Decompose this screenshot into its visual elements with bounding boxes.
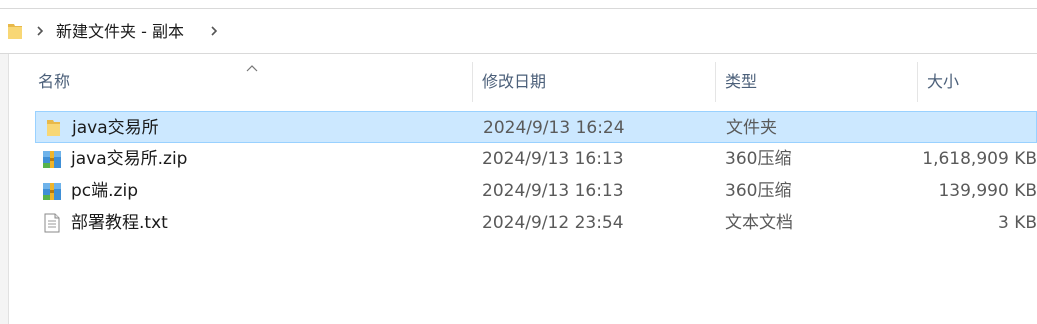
file-row[interactable]: pc端.zip 2024/9/13 16:13 360压缩 139,990 KB — [35, 175, 1037, 207]
file-size: 3 KB — [997, 213, 1037, 233]
file-size: 139,990 KB — [938, 181, 1037, 201]
file-row[interactable]: java交易所.zip 2024/9/13 16:13 360压缩 1,618,… — [35, 143, 1037, 175]
file-modified: 2024/9/13 16:13 — [482, 181, 624, 201]
folder-icon — [42, 117, 64, 139]
file-row[interactable]: java交易所 2024/9/13 16:24 文件夹 — [35, 111, 1037, 143]
file-row[interactable]: 部署教程.txt 2024/9/12 23:54 文本文档 3 KB — [35, 207, 1037, 239]
file-size — [916, 112, 1037, 144]
navigation-pane-edge[interactable] — [0, 54, 9, 324]
zip-archive-icon — [41, 148, 63, 170]
file-type: 文件夹 — [726, 118, 777, 138]
file-explorer-window: 新建文件夹 - 副本 名称 修改日期 类型 大小 java交易所 2024/9/… — [0, 0, 1037, 324]
chevron-right-icon[interactable] — [34, 22, 46, 40]
column-header-modified[interactable]: 修改日期 — [454, 60, 697, 104]
zip-archive-icon — [41, 180, 63, 202]
folder-icon — [6, 21, 24, 41]
column-header-row: 名称 修改日期 类型 大小 — [10, 60, 1037, 104]
file-name: java交易所 — [72, 118, 159, 138]
file-name: 部署教程.txt — [71, 213, 168, 233]
file-name: pc端.zip — [71, 181, 138, 201]
file-modified: 2024/9/13 16:24 — [483, 118, 625, 138]
chevron-right-icon[interactable] — [208, 22, 220, 40]
file-size: 1,618,909 KB — [922, 149, 1037, 169]
file-type: 文本文档 — [725, 213, 793, 233]
text-file-icon — [41, 212, 63, 234]
breadcrumb-item-current-folder[interactable]: 新建文件夹 - 副本 — [56, 21, 184, 43]
file-modified: 2024/9/12 23:54 — [482, 213, 624, 233]
file-type: 360压缩 — [725, 149, 792, 169]
file-type: 360压缩 — [725, 181, 792, 201]
column-header-size[interactable]: 大小 — [899, 60, 1037, 104]
column-header-type[interactable]: 类型 — [697, 60, 917, 104]
column-header-name[interactable]: 名称 — [10, 60, 472, 104]
file-modified: 2024/9/13 16:13 — [482, 149, 624, 169]
address-bar[interactable]: 新建文件夹 - 副本 — [0, 8, 1037, 54]
file-name: java交易所.zip — [71, 149, 188, 169]
